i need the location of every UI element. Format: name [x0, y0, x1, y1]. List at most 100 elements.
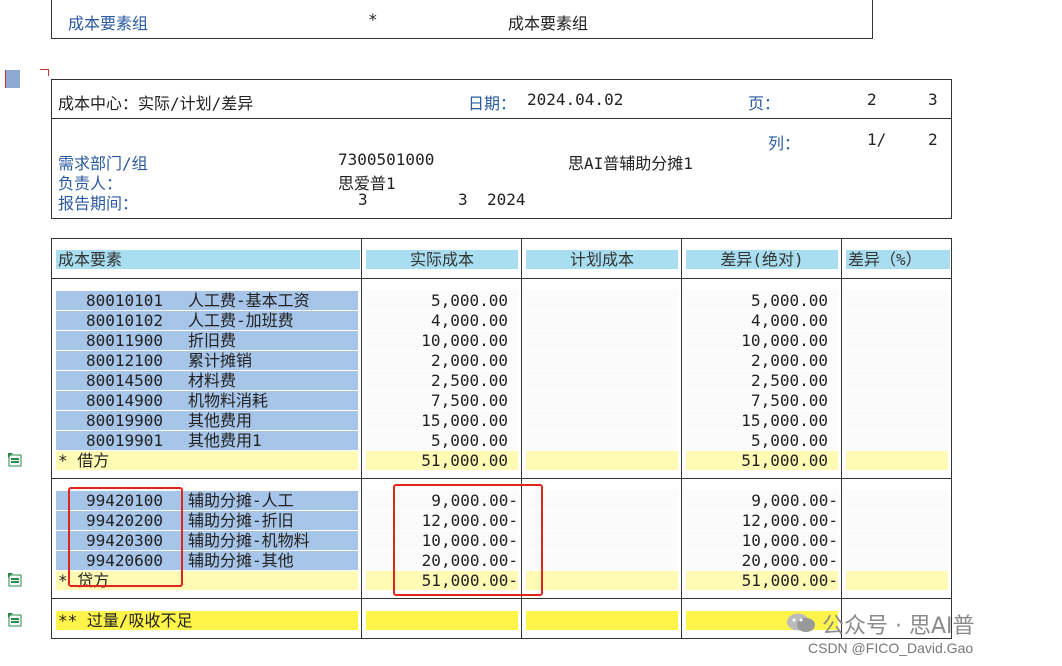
- column-label: 列：: [768, 134, 801, 153]
- credit-row-name[interactable]: 辅助分摊-折旧: [188, 511, 348, 530]
- debit-row-actual: 2,000.00: [366, 351, 518, 370]
- col-header-element[interactable]: 成本要素: [56, 250, 360, 269]
- debit-row-pct: [846, 291, 948, 310]
- page-label: 页：: [748, 94, 781, 113]
- column-total: 2: [928, 130, 938, 149]
- expand-credit-icon[interactable]: [7, 572, 23, 588]
- grand-total-label: ** 过量/吸收不足: [56, 611, 358, 630]
- col-divider-4: [841, 238, 842, 638]
- dept-code: 7300501000: [338, 150, 435, 169]
- expand-debit-icon[interactable]: [7, 452, 23, 468]
- credit-row-plan: [526, 531, 678, 550]
- debit-row-pct: [846, 371, 948, 390]
- debit-section-divider: [51, 478, 951, 479]
- debit-row-name[interactable]: 机物料消耗: [188, 391, 348, 410]
- col-header-variance-abs[interactable]: 差异(绝对): [686, 250, 838, 269]
- debit-row-actual: 7,500.00: [366, 391, 518, 410]
- highlight-credit-actuals: [393, 484, 543, 596]
- debit-row-variance: 4,000.00: [686, 311, 838, 330]
- highlight-credit-codes: [68, 487, 183, 587]
- debit-row-pct: [846, 331, 948, 350]
- page-total: 3: [928, 90, 938, 109]
- debit-row-actual: 15,000.00: [366, 411, 518, 430]
- debit-total-pct: [846, 451, 948, 470]
- selection-marker-corner: [40, 69, 49, 76]
- debit-row-name[interactable]: 材料费: [188, 371, 348, 390]
- header-divider: [51, 278, 951, 279]
- grand-total-plan: [526, 611, 678, 630]
- date-value: 2024.04.02: [527, 90, 624, 109]
- credit-total-variance: 51,000.00-: [686, 571, 838, 590]
- report-title: 成本中心：实际/计划/差异: [58, 94, 254, 113]
- debit-row-name[interactable]: 累计摊销: [188, 351, 348, 370]
- credit-section-divider: [51, 598, 951, 599]
- credit-row-pct: [846, 531, 948, 550]
- debit-row-plan: [526, 431, 678, 450]
- debit-row-plan: [526, 351, 678, 370]
- credit-row-name[interactable]: 辅助分摊-机物料: [188, 531, 348, 550]
- period-from: 3: [358, 190, 368, 209]
- credit-row-variance: 9,000.00-: [686, 491, 838, 510]
- debit-row-variance: 2,000.00: [686, 351, 838, 370]
- watermark-line1: 公众号 · 思AI普: [822, 614, 975, 639]
- debit-row-plan: [526, 411, 678, 430]
- debit-row-variance: 5,000.00: [686, 431, 838, 450]
- col-header-plan[interactable]: 计划成本: [526, 250, 678, 269]
- debit-row-plan: [526, 331, 678, 350]
- grand-total-actual: [366, 611, 518, 630]
- debit-row-variance: 5,000.00: [686, 291, 838, 310]
- period-year: 2024: [487, 190, 526, 209]
- credit-row-pct: [846, 551, 948, 570]
- page-current: 2: [867, 90, 877, 109]
- cost-element-group-value: 成本要素组: [508, 14, 589, 33]
- credit-row-pct: [846, 511, 948, 530]
- col-header-variance-pct[interactable]: 差异（%）: [846, 250, 950, 269]
- selection-marker[interactable]: [5, 70, 20, 88]
- debit-row-pct: [846, 411, 948, 430]
- debit-row-variance: 2,500.00: [686, 371, 838, 390]
- debit-row-actual: 10,000.00: [366, 331, 518, 350]
- watermark-logo-icon: [786, 612, 816, 634]
- debit-row-actual: 4,000.00: [366, 311, 518, 330]
- debit-row-plan: [526, 311, 678, 330]
- credit-row-variance: 10,000.00-: [686, 531, 838, 550]
- debit-row-name[interactable]: 其他费用1: [188, 431, 348, 450]
- expand-total-icon[interactable]: [7, 612, 23, 628]
- credit-row-pct: [846, 491, 948, 510]
- debit-row-plan: [526, 371, 678, 390]
- debit-row-plan: [526, 391, 678, 410]
- credit-row-name[interactable]: 辅助分摊-其他: [188, 551, 348, 570]
- col-header-actual[interactable]: 实际成本: [366, 250, 518, 269]
- debit-row-variance: 7,500.00: [686, 391, 838, 410]
- debit-row-actual: 5,000.00: [366, 431, 518, 450]
- credit-row-plan: [526, 511, 678, 530]
- credit-row-variance: 12,000.00-: [686, 511, 838, 530]
- debit-row-variance: 15,000.00: [686, 411, 838, 430]
- credit-row-variance: 20,000.00-: [686, 551, 838, 570]
- credit-row-plan: [526, 491, 678, 510]
- watermark-line2: CSDN @FICO_David.Gao: [808, 640, 974, 656]
- credit-row-plan: [526, 551, 678, 570]
- debit-row-actual: 2,500.00: [366, 371, 518, 390]
- column-current: 1/: [867, 130, 887, 149]
- debit-row-name[interactable]: 折旧费: [188, 331, 348, 350]
- debit-row-pct: [846, 311, 948, 330]
- debit-row-actual: 5,000.00: [366, 291, 518, 310]
- credit-total-plan: [526, 571, 678, 590]
- debit-total-label: * 借方: [56, 451, 358, 470]
- debit-total-variance: 51,000.00: [686, 451, 838, 470]
- debit-total-actual: 51,000.00: [366, 451, 518, 470]
- debit-row-name[interactable]: 其他费用: [188, 411, 348, 430]
- debit-row-pct: [846, 351, 948, 370]
- debit-row-name[interactable]: 人工费-加班费: [188, 311, 348, 330]
- cost-element-group-box: [51, 0, 873, 39]
- debit-row-name[interactable]: 人工费-基本工资: [188, 291, 348, 310]
- debit-row-pct: [846, 431, 948, 450]
- dept-name: 思AI普辅助分摊1: [568, 154, 693, 173]
- debit-row-variance: 10,000.00: [686, 331, 838, 350]
- credit-total-pct: [846, 571, 948, 590]
- credit-row-name[interactable]: 辅助分摊-人工: [188, 491, 348, 510]
- debit-row-pct: [846, 391, 948, 410]
- period-label: 报告期间：: [58, 194, 139, 213]
- col-divider-3: [681, 238, 682, 638]
